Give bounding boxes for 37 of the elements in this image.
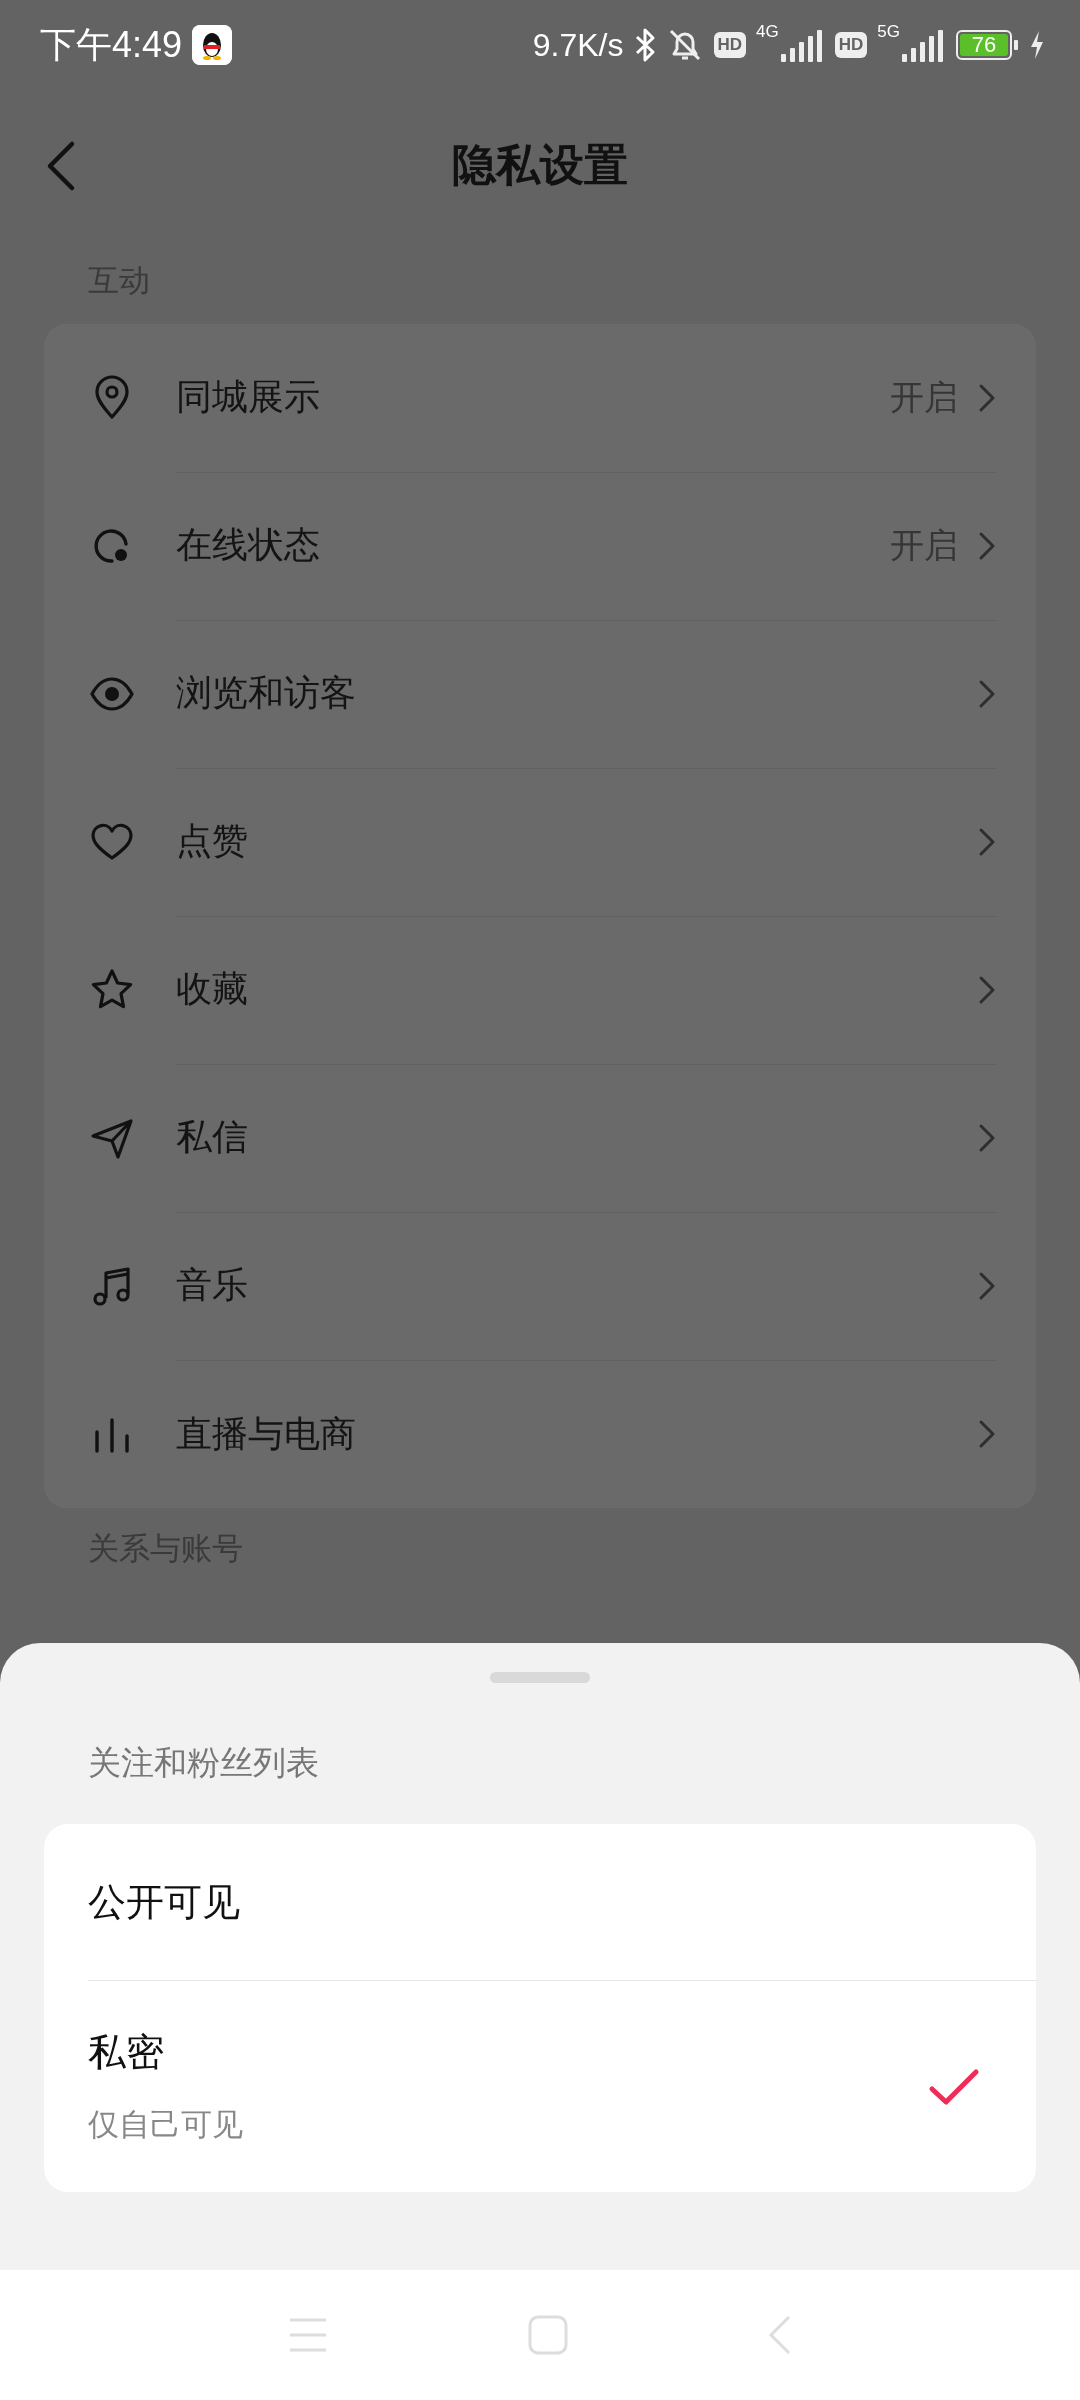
setting-label[interactable]: 点赞 <box>176 817 978 866</box>
drag-handle[interactable] <box>490 1672 590 1683</box>
chevron-icon[interactable] <box>978 1270 996 1301</box>
setting-label[interactable]: 同城展示 <box>176 373 890 422</box>
battery-icon: 76 <box>956 30 1012 60</box>
network-speed: 9.7K/s <box>532 26 624 64</box>
setting-label[interactable]: 音乐 <box>176 1261 978 1310</box>
chevron-icon[interactable] <box>978 1419 996 1449</box>
option-description: 仅自己可见 <box>88 2106 244 2144</box>
status-time: 下午4:49 <box>40 22 183 67</box>
signal-icon <box>902 28 946 62</box>
network-type: 4G <box>756 22 779 42</box>
setting-label[interactable]: 直播与电商 <box>176 1409 978 1459</box>
penguin-app-icon <box>192 25 233 65</box>
menu-icon[interactable] <box>288 2317 328 2353</box>
chevron-icon[interactable] <box>978 530 996 561</box>
setting-label[interactable]: 浏览和访客 <box>176 669 978 718</box>
hd-badge: HD <box>834 32 868 58</box>
chevron-icon[interactable] <box>978 678 996 709</box>
charging-icon <box>1028 29 1046 61</box>
back-icon[interactable] <box>768 2315 792 2355</box>
option-label[interactable]: 私密 <box>88 2027 928 2078</box>
signal-icon <box>780 28 825 62</box>
setting-label[interactable]: 收藏 <box>176 965 978 1014</box>
network-type: 5G <box>877 22 900 42</box>
hd-badge: HD <box>713 32 747 58</box>
chevron-icon[interactable] <box>978 1122 996 1153</box>
sheet-title: 关注和粉丝列表 <box>87 1743 320 1783</box>
chevron-icon[interactable] <box>978 974 996 1005</box>
chevron-icon[interactable] <box>978 382 996 413</box>
home-icon[interactable] <box>528 2315 568 2355</box>
chevron-icon[interactable] <box>978 826 996 857</box>
setting-label[interactable]: 在线状态 <box>176 521 890 570</box>
setting-label[interactable]: 私信 <box>176 1113 978 1162</box>
bluetooth-icon <box>633 27 656 63</box>
option-label[interactable]: 公开可见 <box>88 1876 980 1928</box>
page-title: 隐私设置 <box>452 138 628 191</box>
